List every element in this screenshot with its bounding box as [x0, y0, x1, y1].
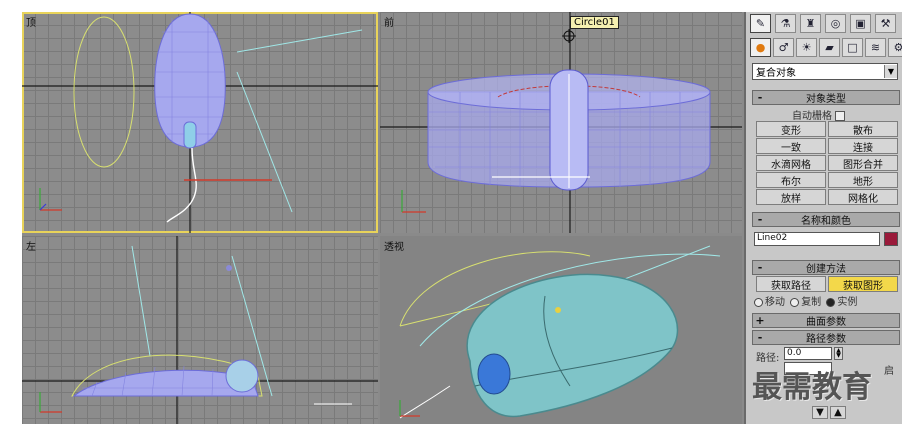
boolean-button[interactable]: 布尔: [756, 172, 826, 188]
connect-button[interactable]: 连接: [828, 138, 898, 154]
front-view-wireframe: [380, 12, 742, 233]
creation-method-title: 创建方法: [806, 264, 846, 275]
path-params-title: 路径参数: [806, 334, 846, 345]
chevron-down-icon[interactable]: ▼: [884, 65, 897, 78]
select-cursor-icon: [562, 29, 576, 43]
path-spinner[interactable]: ▲ ▼: [834, 347, 843, 360]
modify-tab-icon[interactable]: ⚗: [775, 14, 796, 33]
nav-up-button[interactable]: ▲: [830, 406, 846, 419]
surface-params-title: 曲面参数: [806, 317, 846, 328]
surface-params-rollout-header[interactable]: + 曲面参数: [752, 313, 900, 328]
blobmesh-button[interactable]: 水滴网格: [756, 155, 826, 171]
viewport-top[interactable]: 顶: [22, 12, 378, 233]
mesher-button[interactable]: 网格化: [828, 189, 898, 205]
category-dropdown-value: 复合对象: [756, 68, 796, 79]
get-path-button[interactable]: 获取路径: [756, 276, 826, 292]
hierarchy-tab-icon[interactable]: ♜: [800, 14, 821, 33]
collapse-icon: -: [757, 91, 763, 104]
conform-button[interactable]: 一致: [756, 138, 826, 154]
utilities-tab-icon[interactable]: ⚒: [875, 14, 896, 33]
object-type-title: 对象类型: [806, 94, 846, 105]
loft-button[interactable]: 放样: [756, 189, 826, 205]
lights-icon[interactable]: ☀: [796, 38, 817, 57]
get-shape-button[interactable]: 获取图形: [828, 276, 898, 292]
viewport-perspective[interactable]: 透视: [380, 236, 742, 424]
path-params-rollout-header[interactable]: - 路径参数: [752, 330, 900, 345]
panel-tab-row: ✎ ⚗ ♜ ◎ ▣ ⚒: [750, 14, 896, 33]
instance-radio[interactable]: [826, 297, 836, 307]
autogrid-checkbox[interactable]: [835, 111, 845, 121]
create-subtab-row: ● ♂ ☀ ▰ □ ≋ ⚙: [750, 38, 902, 57]
create-tab-icon[interactable]: ✎: [750, 14, 771, 33]
space-warps-icon[interactable]: ≋: [865, 38, 886, 57]
viewport-front[interactable]: 前: [380, 12, 742, 233]
display-tab-icon[interactable]: ▣: [850, 14, 871, 33]
copy-radio[interactable]: [790, 297, 800, 307]
name-color-rollout-header[interactable]: - 名称和颜色: [752, 212, 900, 227]
geometry-icon[interactable]: ●: [750, 38, 771, 57]
viewport-left[interactable]: 左: [22, 236, 378, 424]
shapemerge-button[interactable]: 图形合并: [828, 155, 898, 171]
helpers-icon[interactable]: □: [842, 38, 863, 57]
path-value-field[interactable]: 0.0: [784, 347, 832, 360]
cameras-icon[interactable]: ▰: [819, 38, 840, 57]
collapse-icon: -: [757, 331, 763, 344]
move-radio[interactable]: [754, 297, 763, 307]
perspective-view-render: [399, 245, 721, 419]
shapes-icon[interactable]: ♂: [773, 38, 794, 57]
object-name-field[interactable]: Line02: [754, 232, 880, 246]
snap-label: 启: [884, 366, 894, 377]
object-type-rollout-header[interactable]: - 对象类型: [752, 90, 900, 105]
category-dropdown[interactable]: 复合对象 ▼: [752, 63, 898, 80]
copy-label: 复制: [801, 297, 822, 308]
systems-icon[interactable]: ⚙: [888, 38, 902, 57]
watermark-text: 最需教育: [752, 370, 872, 405]
collapse-icon: -: [757, 213, 763, 226]
terrain-button[interactable]: 地形: [828, 172, 898, 188]
creation-method-rollout-header[interactable]: - 创建方法: [752, 260, 900, 275]
motion-tab-icon[interactable]: ◎: [825, 14, 846, 33]
copy-mode-radio-group: 移动 复制 实例: [752, 293, 857, 308]
morph-button[interactable]: 变形: [756, 121, 826, 137]
name-color-title: 名称和颜色: [801, 216, 851, 227]
scatter-button[interactable]: 散布: [828, 121, 898, 137]
collapse-icon: -: [757, 261, 763, 274]
move-label: 移动: [765, 297, 785, 308]
nav-down-button[interactable]: ▼: [812, 406, 828, 419]
instance-label: 实例: [837, 297, 858, 308]
top-view-wireframe: [22, 12, 378, 233]
autogrid-checkbox-row[interactable]: 自动栅格: [792, 107, 845, 122]
object-color-swatch[interactable]: [884, 232, 898, 246]
left-view-wireframe: [22, 236, 378, 424]
expand-icon: +: [755, 314, 765, 327]
